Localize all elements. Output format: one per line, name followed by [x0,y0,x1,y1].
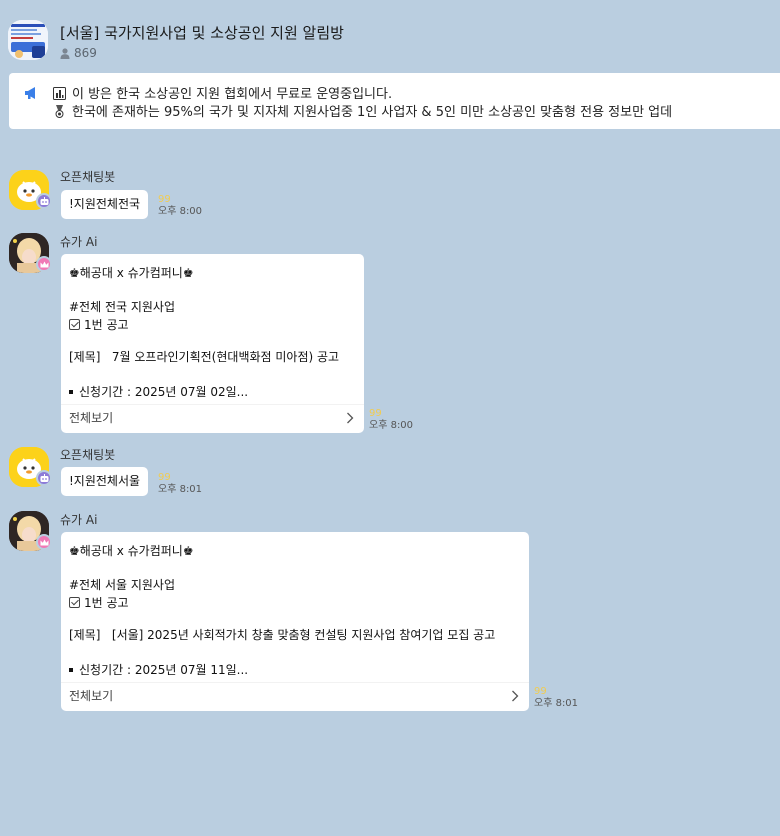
message-time: 오후 8:00 [369,420,414,431]
notice-text-2: 한국에 존재하는 95%의 국가 및 지자체 지원사업중 1인 사업자 & 5인… [72,105,673,120]
card-brand: ♚해공대 x 슈가컴퍼니♚ [69,266,194,280]
member-count-value: 869 [74,46,97,60]
card-count: 1번 공고 [69,594,129,611]
card-more-link[interactable]: 전체보기 [61,682,529,706]
room-avatar[interactable] [8,20,48,60]
notice-line-2: 한국에 존재하는 95%의 국가 및 지자체 지원사업중 1인 사업자 & 5인… [53,101,672,120]
room-title: [서울] 국가지원사업 및 소상공인 지원 알림방 [60,24,344,42]
quote-count: 99 [158,472,171,483]
more-label: 전체보기 [69,689,114,703]
quote-count: 99 [369,408,382,419]
chevron-right-icon [347,412,354,424]
chevron-right-icon [512,690,519,702]
pinned-notice[interactable]: 이 방은 한국 소상공인 지원 협회에서 무료로 운영중입니다. 한국에 존재하… [9,73,780,129]
member-count[interactable]: 869 [60,46,97,60]
quote-count: 99 [158,194,171,205]
announcement-card[interactable]: ♚해공대 x 슈가컴퍼니♚ #전체 서울 지원사업 1번 공고 [제목] [서울… [61,532,529,711]
sender-name: 슈가 Ai [60,235,98,249]
announcement-card[interactable]: ♚해공대 x 슈가컴퍼니♚ #전체 전국 지원사업 1번 공고 [제목] 7월 … [61,254,364,433]
card-title: [제목] 7월 오프라인기획전(현대백화점 미아점) 공고 [69,350,340,364]
sender-name: 오픈채팅봇 [60,448,116,462]
checkbox-icon [69,319,80,330]
checkbox-icon [69,597,80,608]
card-more-link[interactable]: 전체보기 [61,404,364,428]
robot-icon [36,470,52,486]
card-title: [제목] [서울] 2025년 사회적가치 창출 맞춤형 컨설팅 지원사업 참여… [69,628,496,642]
quote-count: 99 [534,686,547,697]
message-meta: 99 오후 8:01 [534,686,578,710]
card-category: #전체 서울 지원사업 [69,578,176,592]
crown-icon [36,534,52,550]
chat-header: [서울] 국가지원사업 및 소상공인 지원 알림방 869 [0,0,780,70]
crown-icon [36,256,52,272]
message-bubble[interactable]: !지원전체서울 [61,467,149,496]
chart-icon [53,87,66,100]
card-period: 신청기간 : 2025년 07월 11일... [69,661,248,678]
message-meta: 99 오후 8:00 [158,194,202,218]
sender-name: 슈가 Ai [60,513,98,527]
message-time: 오후 8:01 [534,698,579,709]
more-label: 전체보기 [69,411,114,425]
robot-icon [36,193,52,209]
megaphone-icon [25,87,35,99]
notice-text-1: 이 방은 한국 소상공인 지원 협회에서 무료로 운영중입니다. [72,87,393,102]
notice-line-1: 이 방은 한국 소상공인 지원 협회에서 무료로 운영중입니다. [53,83,392,102]
sender-name: 오픈채팅봇 [60,170,116,184]
message-meta: 99 오후 8:00 [369,408,413,432]
message-bubble[interactable]: !지원전체전국 [61,190,149,219]
card-brand: ♚해공대 x 슈가컴퍼니♚ [69,544,194,558]
card-category: #전체 전국 지원사업 [69,300,176,314]
message-meta: 99 오후 8:01 [158,472,202,496]
message-time: 오후 8:00 [158,206,203,217]
medal-icon [55,105,64,118]
card-period: 신청기간 : 2025년 07월 02일... [69,383,248,400]
person-icon [60,47,70,59]
card-count: 1번 공고 [69,316,129,333]
message-time: 오후 8:01 [158,484,203,495]
